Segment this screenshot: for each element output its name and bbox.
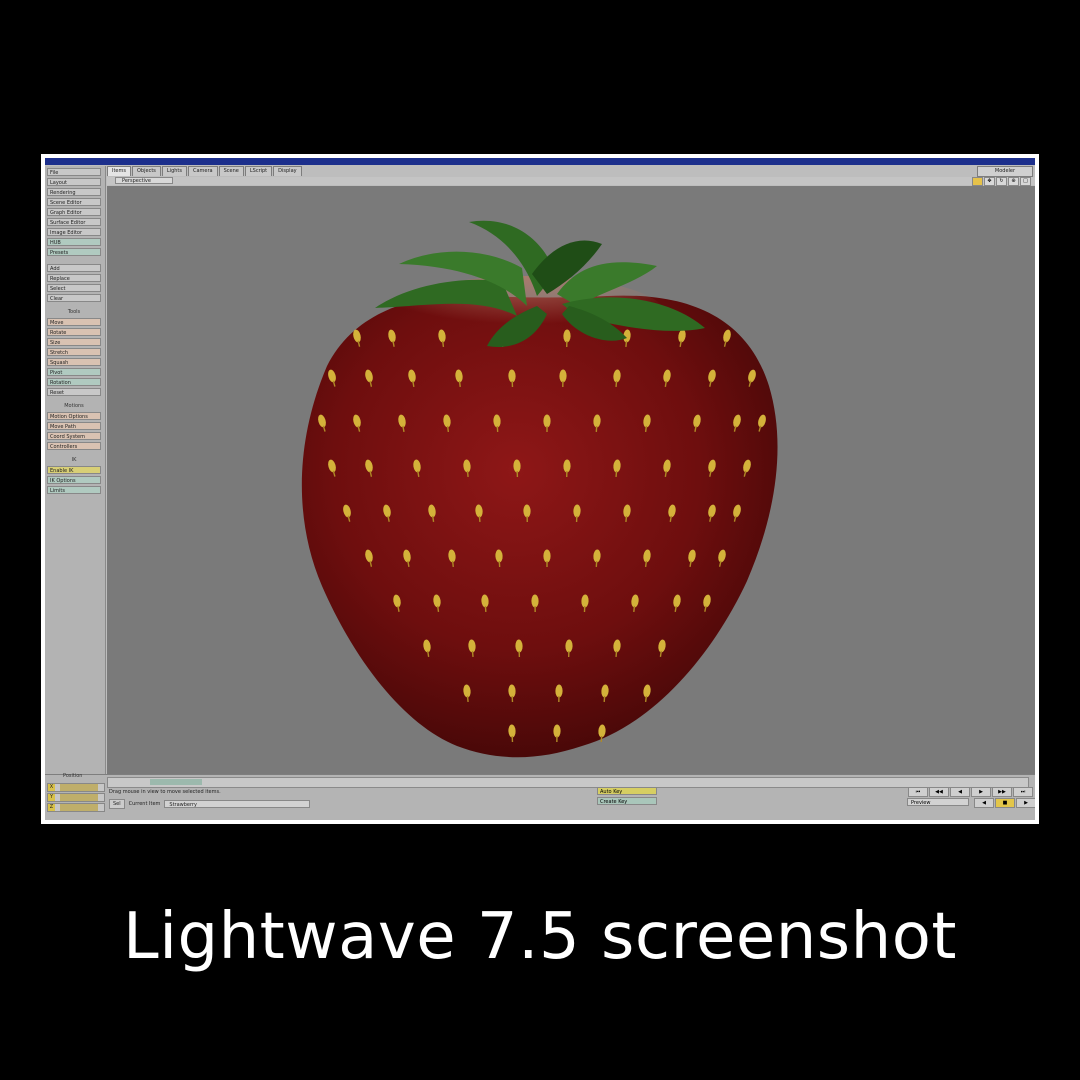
- sidebar-button-size[interactable]: Size: [47, 338, 101, 346]
- sidebar-button-add[interactable]: Add: [47, 264, 101, 272]
- bottom-panel: Position X Y Z Drag mouse in view to mov…: [45, 773, 1035, 820]
- prev-frame-icon[interactable]: ◀: [950, 787, 970, 797]
- title-bar: [45, 158, 1035, 165]
- sidebar-button-scene-editor[interactable]: Scene Editor: [47, 198, 101, 206]
- tab-scene[interactable]: Scene: [218, 166, 244, 176]
- sidebar-button-replace[interactable]: Replace: [47, 274, 101, 282]
- rotate-view-icon[interactable]: ↻: [996, 177, 1007, 186]
- viewport-icons: ✥ ↻ ⊕ □: [971, 177, 1031, 186]
- axis-z-label: Z: [48, 804, 55, 811]
- strawberry-model: [301, 220, 778, 758]
- sidebar-button-surface-editor[interactable]: Surface Editor: [47, 218, 101, 226]
- sidebar-button-rotate[interactable]: Rotate: [47, 328, 101, 336]
- coord-y-value[interactable]: [60, 794, 98, 801]
- preview-dropdown[interactable]: Preview: [907, 798, 969, 806]
- sidebar: File Layout Rendering Scene Editor Graph Edi…: [45, 166, 106, 778]
- zoom-view-icon[interactable]: ⊕: [1008, 177, 1019, 186]
- modeler-button[interactable]: Modeler: [977, 166, 1033, 177]
- sidebar-button-motion-options[interactable]: Motion Options: [47, 412, 101, 420]
- move-view-icon[interactable]: ✥: [984, 177, 995, 186]
- sidebar-button-squash[interactable]: Squash: [47, 358, 101, 366]
- tab-items[interactable]: Items: [107, 166, 131, 176]
- coord-y[interactable]: Y: [47, 793, 105, 802]
- status-text: Drag mouse in view to move selected item…: [109, 789, 221, 795]
- stop-icon[interactable]: ■: [995, 798, 1015, 808]
- sidebar-button-stretch[interactable]: Stretch: [47, 348, 101, 356]
- sidebar-heading-motions: Motions: [64, 403, 84, 409]
- sidebar-button-reset[interactable]: Reset: [47, 388, 101, 396]
- sel-chip[interactable]: Sel: [109, 798, 125, 809]
- tab-display[interactable]: Display: [273, 166, 302, 176]
- render-icon[interactable]: [972, 177, 983, 186]
- coord-x[interactable]: X: [47, 783, 105, 792]
- view-mode-dropdown[interactable]: Perspective: [115, 177, 173, 184]
- create-key-button[interactable]: Create Key: [597, 797, 657, 805]
- current-item-label: Current Item: [128, 800, 161, 807]
- sidebar-button-enable-ik[interactable]: Enable IK: [47, 466, 101, 474]
- sidebar-button-presets[interactable]: Presets: [47, 248, 101, 256]
- sidebar-button-hub[interactable]: HUB: [47, 238, 101, 246]
- tab-lscript[interactable]: LScript: [244, 166, 273, 176]
- sidebar-button-rendering[interactable]: Rendering: [47, 188, 101, 196]
- sidebar-button-image-editor[interactable]: Image Editor: [47, 228, 101, 236]
- timeline-handle[interactable]: [150, 779, 202, 785]
- transport-controls: ⏮ ◀◀ ◀ ▶ ▶▶ ⏭: [907, 787, 1033, 797]
- tab-camera[interactable]: Camera: [187, 166, 218, 176]
- sidebar-button-layout[interactable]: Layout: [47, 178, 101, 186]
- sidebar-button-pivot[interactable]: Pivot: [47, 368, 101, 376]
- play-buttons: ◀ ■ ▶: [973, 798, 1035, 808]
- current-item-dropdown[interactable]: Strawberry: [164, 799, 311, 808]
- tab-objects[interactable]: Objects: [132, 166, 161, 176]
- sidebar-heading-tools: Tools: [67, 309, 81, 315]
- sidebar-button-rotation[interactable]: Rotation: [47, 378, 101, 386]
- coord-z-value[interactable]: [60, 804, 98, 811]
- sidebar-button-select[interactable]: Select: [47, 284, 101, 292]
- screenshot-frame: Items Objects Lights Camera Scene LScript Disp…: [41, 154, 1039, 824]
- lightwave-window: Items Objects Lights Camera Scene LScript Disp…: [45, 158, 1035, 820]
- tab-lights[interactable]: Lights: [161, 166, 187, 176]
- sidebar-button-file[interactable]: File: [47, 168, 101, 176]
- coord-x-value[interactable]: [60, 784, 98, 791]
- position-label: Position: [63, 773, 83, 779]
- viewport-header: Perspective ✥ ↻ ⊕ □: [107, 177, 1035, 186]
- first-frame-icon[interactable]: ⏮: [908, 787, 928, 797]
- perspective-viewport[interactable]: [107, 186, 1035, 774]
- slide-caption: Lightwave 7.5 screenshot: [123, 900, 957, 974]
- tab-bar: Items Objects Lights Camera Scene LScript Disp…: [107, 166, 1035, 176]
- play-forward-icon[interactable]: ▶: [1016, 798, 1035, 808]
- last-frame-icon[interactable]: ⏭: [1013, 787, 1033, 797]
- sidebar-button-limits[interactable]: Limits: [47, 486, 101, 494]
- selection-row: Sel Current Item Strawberry: [109, 798, 311, 809]
- prev-key-icon[interactable]: ◀◀: [929, 787, 949, 797]
- berry-body: [301, 295, 778, 758]
- coord-z[interactable]: Z: [47, 803, 105, 812]
- sidebar-heading-ik: IK: [71, 457, 77, 463]
- sidebar-button-move[interactable]: Move: [47, 318, 101, 326]
- play-reverse-icon[interactable]: ◀: [974, 798, 994, 808]
- sidebar-button-clear[interactable]: Clear: [47, 294, 101, 302]
- sidebar-button-ik-options[interactable]: IK Options: [47, 476, 101, 484]
- sidebar-button-coord-system[interactable]: Coord System: [47, 432, 101, 440]
- sidebar-button-graph-editor[interactable]: Graph Editor: [47, 208, 101, 216]
- timeline-slider[interactable]: [107, 777, 1029, 788]
- next-frame-icon[interactable]: ▶: [971, 787, 991, 797]
- auto-key-button[interactable]: Auto Key: [597, 787, 657, 795]
- maximize-view-icon[interactable]: □: [1020, 177, 1031, 186]
- axis-y-label: Y: [48, 794, 55, 801]
- sidebar-button-move-path[interactable]: Move Path: [47, 422, 101, 430]
- next-key-icon[interactable]: ▶▶: [992, 787, 1012, 797]
- axis-x-label: X: [48, 784, 55, 791]
- sidebar-button-controllers[interactable]: Controllers: [47, 442, 101, 450]
